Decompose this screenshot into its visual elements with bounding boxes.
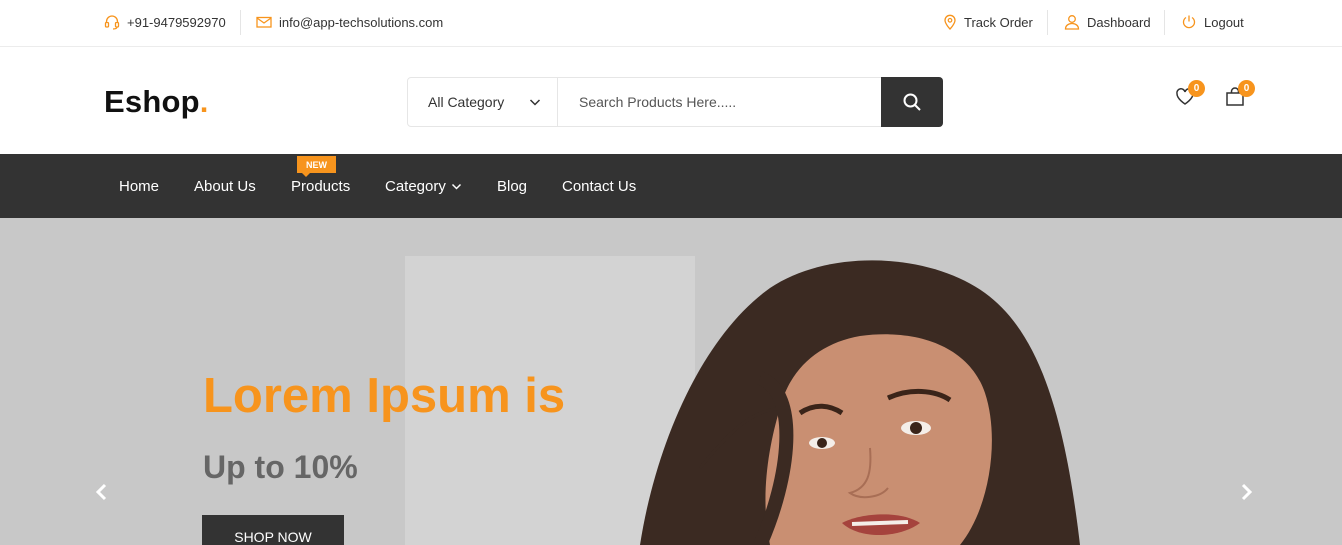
headset-icon (104, 15, 120, 30)
search-bar: All Category (407, 77, 943, 127)
divider (1047, 10, 1048, 35)
chevron-down-icon (529, 99, 541, 106)
nav-item-products[interactable]: Products (291, 178, 350, 195)
cart-button[interactable]: 0 (1225, 80, 1255, 112)
track-order-label: Track Order (964, 14, 1033, 30)
search-button[interactable] (881, 77, 943, 127)
track-order-link[interactable]: Track Order (943, 13, 1033, 31)
logo-dot: . (199, 84, 209, 119)
hero-subtitle: Up to 10% (203, 449, 358, 485)
user-icon (1064, 15, 1080, 30)
power-icon (1182, 15, 1196, 29)
chevron-down-icon (451, 183, 461, 190)
chevron-right-icon[interactable] (1240, 483, 1254, 501)
wishlist-count-badge: 0 (1188, 80, 1205, 97)
nav-item-category[interactable]: Category (385, 178, 462, 195)
search-icon (903, 93, 921, 111)
hero-title: Lorem Ipsum is (203, 369, 566, 423)
logo-text: Eshop (104, 84, 200, 119)
envelope-icon (256, 16, 272, 28)
nav-item-about-us[interactable]: About Us (194, 178, 256, 195)
nav-item-category-label: Category (385, 178, 446, 195)
dashboard-label: Dashboard (1087, 14, 1151, 30)
top-bar: +91-9479592970 info@app-techsolutions.co… (0, 0, 1342, 47)
divider (1164, 10, 1165, 35)
hero-model-image (640, 260, 1080, 545)
location-pin-icon (944, 14, 956, 30)
category-select[interactable]: All Category (408, 78, 558, 126)
category-selected-value: All Category (428, 94, 505, 110)
cart-count-badge: 0 (1238, 80, 1255, 97)
phone-contact: +91-9479592970 (104, 13, 226, 31)
nav-item-home[interactable]: Home (119, 178, 159, 195)
nav-item-blog[interactable]: Blog (497, 178, 527, 195)
dashboard-link[interactable]: Dashboard (1064, 13, 1151, 31)
search-input[interactable] (559, 78, 882, 126)
wishlist-button[interactable]: 0 (1175, 80, 1205, 112)
phone-number: +91-9479592970 (127, 14, 226, 30)
chevron-left-icon[interactable] (94, 483, 108, 501)
nav-item-contact-us[interactable]: Contact Us (562, 178, 636, 195)
email-contact: info@app-techsolutions.com (256, 13, 443, 31)
divider (240, 10, 241, 35)
hero-slider: Lorem Ipsum is Up to 10% SHOP NOW (0, 218, 1342, 545)
new-badge: NEW (297, 156, 336, 177)
logout-label: Logout (1204, 14, 1244, 30)
shop-now-button[interactable]: SHOP NOW (202, 515, 344, 545)
logout-link[interactable]: Logout (1181, 13, 1244, 31)
main-nav: Home About Us Products Category Blog Con… (0, 154, 1342, 218)
site-logo[interactable]: Eshop. (104, 84, 209, 120)
email-address[interactable]: info@app-techsolutions.com (279, 15, 443, 30)
